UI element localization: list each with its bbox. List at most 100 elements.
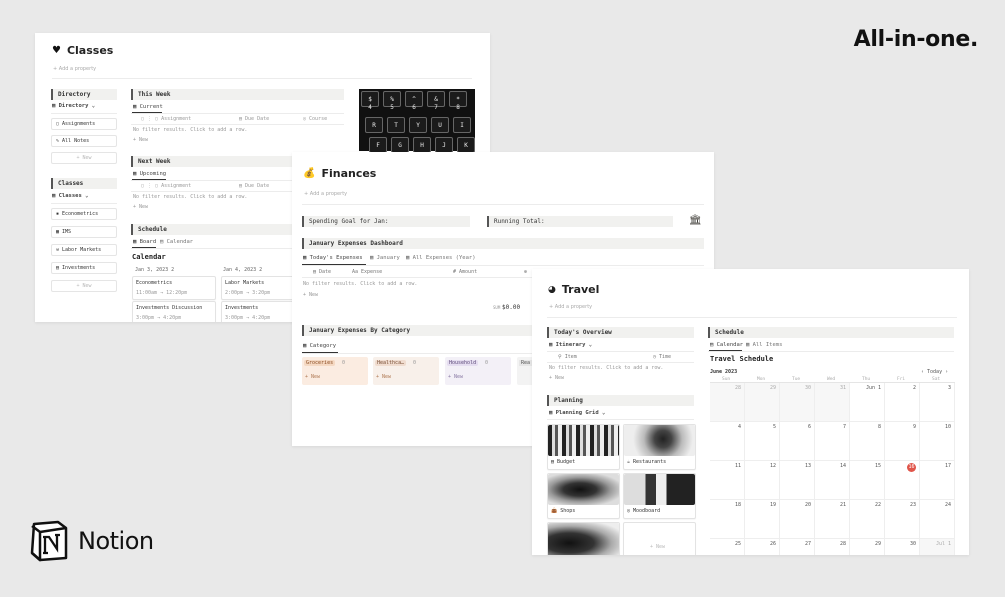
calendar-day-number: 9 [912, 424, 916, 430]
calendar-day-cell[interactable]: 15 [850, 461, 885, 500]
moneybag-icon: 💰 [303, 168, 316, 179]
current-tab[interactable]: ▦ Current [133, 104, 163, 110]
calendar-day-cell[interactable]: 27 [780, 539, 815, 555]
calendar-tab[interactable]: ▤ Calendar [160, 239, 193, 245]
all-expenses-tab[interactable]: ▦ All Expenses (Year) [406, 255, 476, 261]
calendar-day-cell[interactable]: 31 [815, 383, 850, 422]
calendar-day-number: 18 [734, 502, 741, 508]
all-notes-button[interactable]: ✎ All Notes [51, 135, 117, 147]
calendar-day-cell[interactable]: 3 [920, 383, 955, 422]
travel-calendar-tab[interactable]: ▤ Calendar [710, 342, 743, 348]
planning-new-card[interactable]: + New [623, 522, 696, 555]
calendar-day-cell[interactable]: 17 [920, 461, 955, 500]
directory-new-button[interactable]: + New [51, 152, 117, 164]
weekday-label: Sat [932, 377, 941, 382]
calendar-day-cell[interactable]: 9 [885, 422, 920, 461]
class-item-ims[interactable]: ▦ IMS [51, 226, 117, 238]
calendar-day-cell[interactable]: 18 [710, 500, 745, 539]
calendar-day-cell[interactable]: 28 [815, 539, 850, 555]
calendar-day-cell[interactable]: 12 [745, 461, 780, 500]
itinerary-tab[interactable]: ▦ Itinerary ⌄ [549, 342, 592, 348]
next-week-new-row[interactable]: + New [133, 204, 148, 210]
directory-view-tab[interactable]: ▦ Directory ⌄ [52, 103, 95, 109]
event-card[interactable]: Econometrics 11:00am → 12:20pm [132, 276, 216, 300]
classes-view-tab[interactable]: ▦ Classes ⌄ [52, 193, 88, 199]
category-tab[interactable]: ▦ Category [303, 343, 336, 349]
calendar-day-cell[interactable]: 6 [780, 422, 815, 461]
travel-title: ◕ Travel [548, 283, 600, 296]
assignments-button[interactable]: ▢ Assignments [51, 118, 117, 130]
calendar-day-number: 14 [839, 463, 846, 469]
calendar-day-cell[interactable]: 29 [745, 383, 780, 422]
today-nav[interactable]: ‹ Today › [921, 369, 948, 375]
board-tab[interactable]: ▦ Board [133, 239, 156, 245]
classes-new-button[interactable]: + New [51, 280, 117, 292]
calendar-day-cell[interactable]: Jul 1 [920, 539, 955, 555]
planning-card-budget[interactable]: ▤ Budget [547, 424, 620, 470]
calendar-day-number: 19 [769, 502, 776, 508]
weekday-label: Thu [862, 377, 871, 382]
calendar-day-cell[interactable]: 10 [920, 422, 955, 461]
class-item-econometrics[interactable]: ▪ Econometrics [51, 208, 117, 220]
calendar-day-cell[interactable]: 30 [780, 383, 815, 422]
calendar-day-cell[interactable]: 19 [745, 500, 780, 539]
expenses-empty-message[interactable]: No filter results. Click to add a row. [303, 281, 417, 287]
calendar-day-cell[interactable]: 26 [745, 539, 780, 555]
this-week-new-row[interactable]: + New [133, 137, 148, 143]
calendar-day-cell[interactable]: 20 [780, 500, 815, 539]
upcoming-tab[interactable]: ▦ Upcoming [133, 171, 166, 177]
travel-panel: ◕ Travel + Add a property Today's Overvi… [532, 269, 969, 555]
planning-card-photo[interactable] [547, 522, 620, 555]
planning-card-moodboard[interactable]: ◎ Moodboard [623, 473, 696, 519]
this-week-empty-message[interactable]: No filter results. Click to add a row. [133, 127, 247, 133]
calendar-day-cell[interactable]: 8 [850, 422, 885, 461]
todays-expenses-tab[interactable]: ▦ Today's Expenses [303, 255, 363, 261]
itinerary-empty-message[interactable]: No filter results. Click to add a row. [549, 365, 663, 371]
calendar-day-number: 21 [839, 502, 846, 508]
class-item-investments[interactable]: ▤ Investments [51, 262, 117, 274]
calendar-day-cell[interactable]: 7 [815, 422, 850, 461]
calendar-day-cell[interactable]: 22 [850, 500, 885, 539]
planning-grid-tab[interactable]: ▦ Planning Grid ⌄ [549, 410, 605, 416]
add-property-link[interactable]: + Add a property [304, 191, 347, 197]
calendar-day-cell[interactable]: 29 [850, 539, 885, 555]
next-week-empty-message[interactable]: No filter results. Click to add a row. [133, 194, 247, 200]
globe-icon: ◕ [548, 284, 556, 295]
calendar-day-cell[interactable]: 23 [885, 500, 920, 539]
calendar-day-cell[interactable]: Jun 1 [850, 383, 885, 422]
calendar-day-cell[interactable]: 25 [710, 539, 745, 555]
calendar-day-cell[interactable]: 2 [885, 383, 920, 422]
keyboard-photo: $ % ^ & * 4 5 6 7 8 R T Y U I F G H J K [359, 89, 475, 153]
itinerary-new-row[interactable]: + New [549, 375, 564, 381]
class-item-labor-markets[interactable]: ⚒ Labor Markets [51, 244, 117, 256]
add-property-link[interactable]: + Add a property [549, 304, 592, 310]
calendar-day-cell[interactable]: 5 [745, 422, 780, 461]
event-card[interactable]: Investments Discussion 3:00pm → 4:20pm [132, 301, 216, 322]
calendar-day-cell[interactable]: 4 [710, 422, 745, 461]
category-column: Healthca… 0 + New [373, 357, 439, 385]
calendar-day-cell[interactable]: 21 [815, 500, 850, 539]
calendar-day-number: 23 [909, 502, 916, 508]
expenses-new-row[interactable]: + New [303, 292, 318, 298]
add-property-link[interactable]: + Add a property [53, 66, 96, 72]
calendar-day-cell[interactable]: 14 [815, 461, 850, 500]
calendar-day-cell[interactable]: 11 [710, 461, 745, 500]
calendar-day-number: 3 [947, 385, 951, 391]
calendar-day-cell[interactable]: 13 [780, 461, 815, 500]
brand-name: Notion [78, 527, 154, 555]
planning-card-restaurants[interactable]: ☕ Restaurants [623, 424, 696, 470]
calendar-day-cell[interactable]: 28 [710, 383, 745, 422]
calendar-day-cell[interactable]: 24 [920, 500, 955, 539]
calendar-day-cell[interactable]: 30 [885, 539, 920, 555]
directory-header: Directory [51, 89, 117, 100]
january-tab[interactable]: ▦ January [370, 255, 400, 261]
running-total-callout: Running Total: [487, 216, 673, 227]
calendar-grid: 28 29 30 31 Jun 1 2 3 4 5 6 7 8 9 10 11 12 13 14 15 16 17 18 1… [710, 382, 955, 555]
weekday-label: Fri [897, 377, 906, 382]
planning-card-shops[interactable]: 👜 Shops [547, 473, 620, 519]
finances-title: 💰 Finances [303, 167, 377, 180]
planning-header: Planning [547, 395, 694, 406]
restaurants-photo [624, 425, 695, 456]
all-items-tab[interactable]: ▦ All Items [746, 342, 782, 348]
calendar-day-cell[interactable]: 16 [885, 461, 920, 500]
